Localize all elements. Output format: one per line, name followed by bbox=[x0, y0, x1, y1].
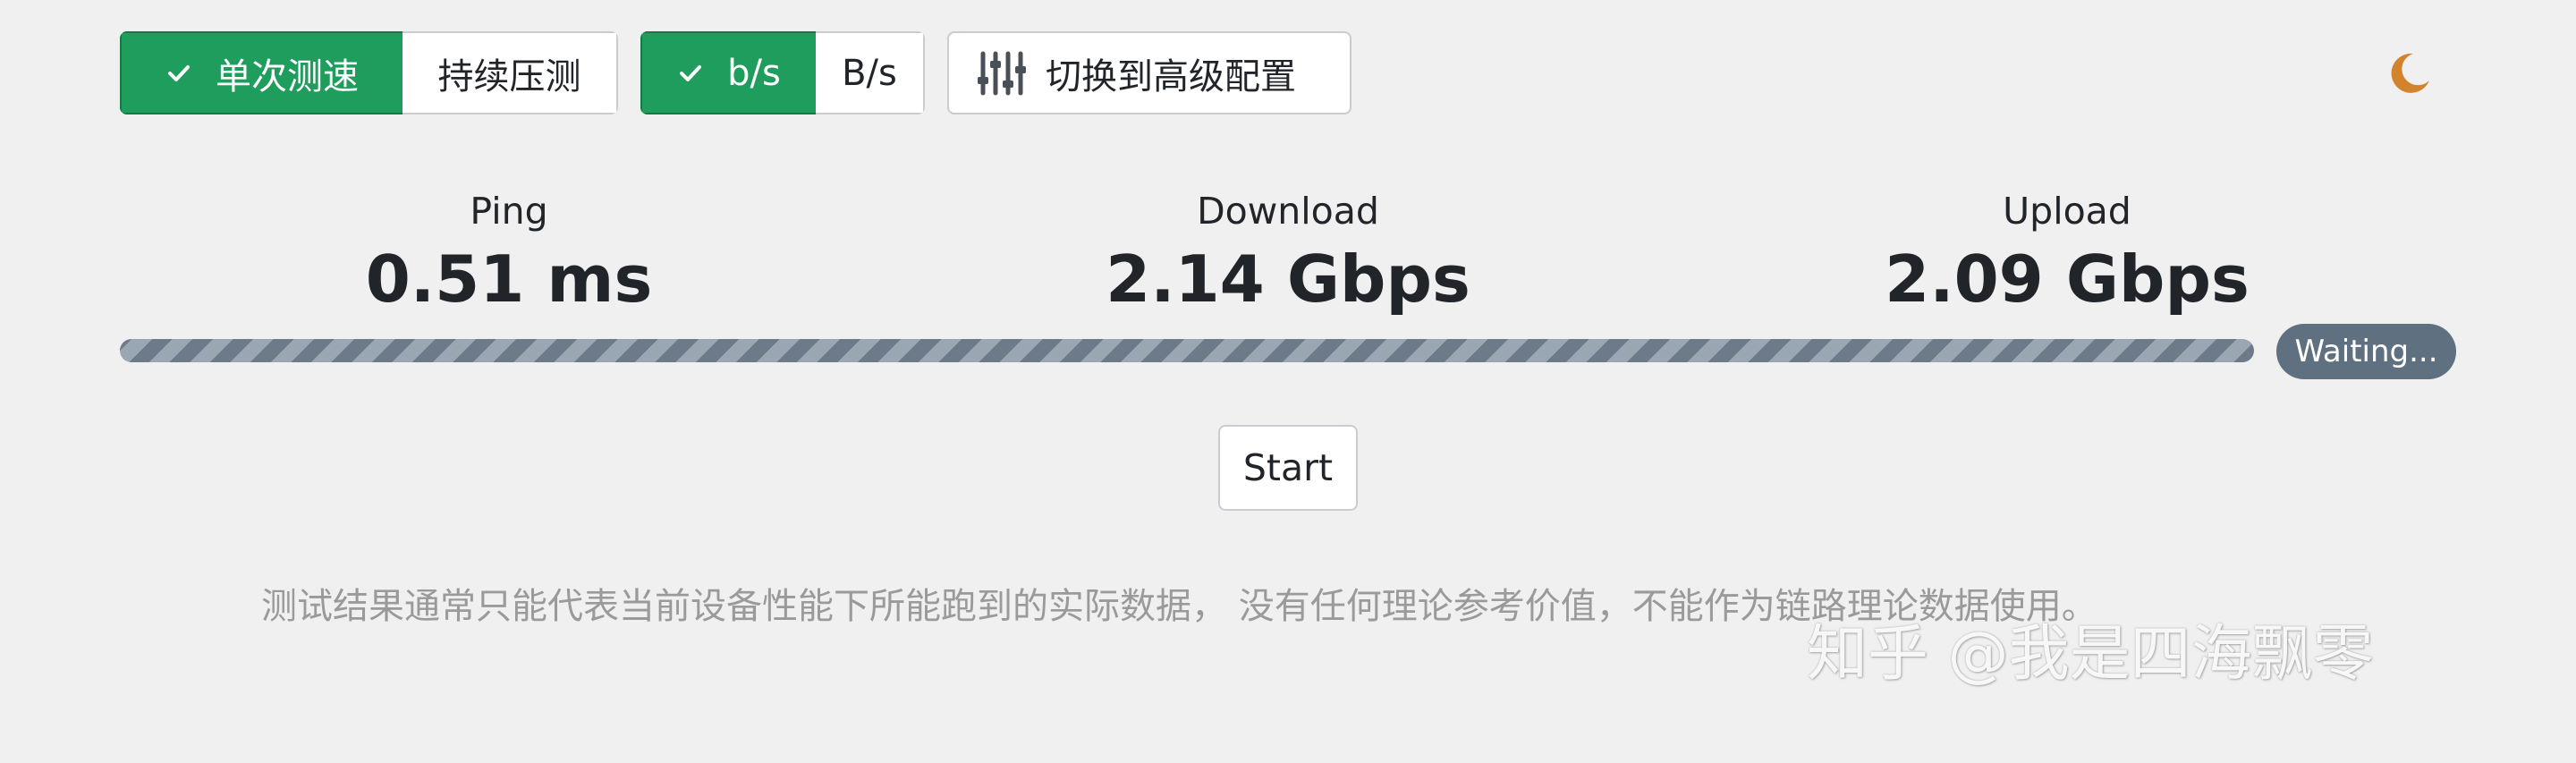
check-icon bbox=[680, 64, 702, 81]
advanced-config-label: 切换到高级配置 bbox=[1046, 55, 1296, 97]
bytes-per-second-button[interactable]: B/s bbox=[816, 31, 925, 114]
bits-per-second-button[interactable]: b/s bbox=[640, 31, 816, 114]
advanced-config-button[interactable]: 切换到高级配置 bbox=[947, 31, 1352, 114]
moon-icon[interactable] bbox=[2386, 50, 2433, 97]
watermark: 知乎 @我是四海飘零 bbox=[1807, 619, 2374, 690]
single-test-label: 单次测速 bbox=[216, 55, 359, 97]
download-stat: Download 2.14 Gbps bbox=[1106, 186, 1470, 322]
upload-label: Upload bbox=[2003, 190, 2131, 233]
upload-stat: Upload 2.09 Gbps bbox=[1885, 186, 2250, 322]
ping-value: 0.51 ms bbox=[365, 242, 653, 317]
sliders-icon bbox=[978, 51, 1026, 95]
ping-stat: Ping 0.51 ms bbox=[366, 186, 653, 322]
bytes-per-second-label: B/s bbox=[842, 52, 897, 94]
ping-label: Ping bbox=[470, 190, 548, 233]
download-label: Download bbox=[1197, 190, 1379, 233]
test-mode-toggle: 单次测速 持续压测 bbox=[120, 31, 618, 114]
continuous-test-label: 持续压测 bbox=[437, 55, 581, 97]
start-button[interactable]: Start bbox=[1218, 425, 1358, 511]
progress-bar bbox=[120, 339, 2254, 362]
upload-value: 2.09 Gbps bbox=[1885, 242, 2250, 317]
status-badge: Waiting... bbox=[2276, 324, 2456, 379]
single-test-button[interactable]: 单次测速 bbox=[120, 31, 402, 114]
continuous-test-button[interactable]: 持续压测 bbox=[402, 31, 618, 114]
unit-toggle: b/s B/s bbox=[640, 31, 925, 114]
download-value: 2.14 Gbps bbox=[1106, 242, 1470, 317]
check-icon bbox=[168, 64, 190, 81]
bits-per-second-label: b/s bbox=[727, 52, 781, 94]
